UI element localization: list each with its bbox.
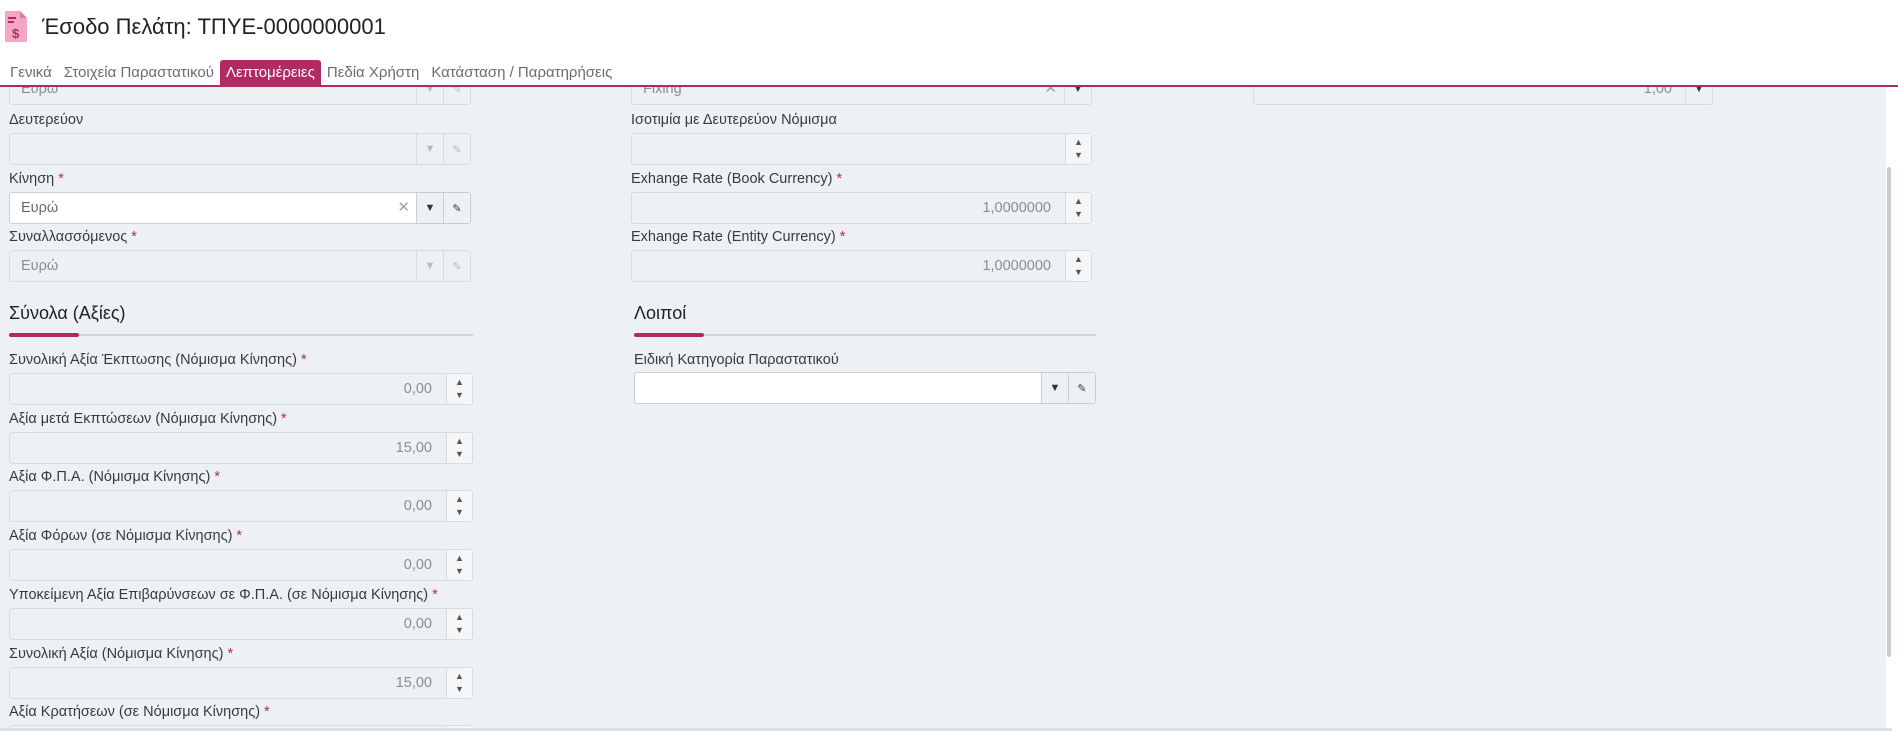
special-category-select[interactable]: ▼ ✎ [634,372,1096,404]
totals-field-stepper[interactable]: ▲▼ [446,550,472,580]
other-accent [634,333,704,337]
pencil-icon[interactable]: ✎ [1068,373,1095,403]
totals-field-input[interactable]: 0,00 ▲ ▼ [9,608,473,640]
scrollbar-track[interactable] [1886,87,1892,731]
totals-accent [9,333,79,337]
chevron-down-icon[interactable]: ▼ [1041,373,1068,403]
tab-details[interactable]: Λεπτομέρειες [219,60,321,86]
totals-field-stepper[interactable]: ▲▼ [446,491,472,521]
movement-currency-label: Κίνηση * [9,171,64,187]
page-title: Έσοδο Πελάτη: ΤΠΥΕ-0000000001 [42,14,386,39]
counterparty-currency-select[interactable]: Ευρώ ▼ ✎ [9,250,471,282]
totals-field-input[interactable]: 0,00 ▲ ▼ [9,549,473,581]
totals-field-stepper[interactable]: ▲▼ [446,433,472,463]
parity-input[interactable]: ▲ ▼ [631,133,1092,165]
movement-currency-select[interactable]: Ευρώ ✕ ▼ ✎ [9,192,471,224]
totals-field-label: Υποκείμενη Αξία Επιβαρύνσεων σε Φ.Π.Α. (… [9,587,438,603]
chevron-down-icon[interactable]: ▼ [1064,87,1091,104]
clear-icon[interactable]: ✕ [1044,87,1057,97]
parity-label: Ισοτιμία με Δευτερεύον Νόμισμα [631,112,837,128]
totals-field-input[interactable]: 0,00 ▲ ▼ [9,490,473,522]
pencil-icon[interactable]: ✎ [443,134,470,164]
svg-text:$: $ [12,26,20,41]
tab-user-fields[interactable]: Πεδία Χρήστη [321,60,425,86]
base-currency-select[interactable]: Ευρώ ▼ ✎ [9,87,471,105]
totals-field-input[interactable]: 0,00 ▲ ▼ [9,373,473,405]
pencil-icon[interactable]: ✎ [443,251,470,281]
chevron-down-icon[interactable]: ▼ [416,251,443,281]
secondary-currency-select[interactable]: ▼ ✎ [9,133,471,165]
totals-field-input[interactable]: 15,00 ▲ ▼ [9,667,473,699]
totals-field-label: Συνολική Αξία (Νόμισμα Κίνησης) * [9,646,234,662]
entity-rate-input[interactable]: 1,0000000 ▲ ▼ [631,250,1092,282]
entity-rate-stepper[interactable]: ▲ ▼ [1065,251,1091,281]
tab-general[interactable]: Γενικά [4,60,58,86]
tab-bar: Γενικά Στοιχεία Παραστατικού Λεπτομέρειε… [4,59,618,86]
entity-rate-label: Exhange Rate (Entity Currency) * [631,229,846,245]
invoice-dollar-icon: $ [5,11,27,42]
totals-field-label: Αξία Φόρων (σε Νόμισμα Κίνησης) * [9,528,243,544]
fixing-select[interactable]: Fixing ✕ ▼ [631,87,1092,105]
details-panel: Ευρώ ▼ ✎ Fixing ✕ ▼ 1,00 ▼ Δευτερεύον ▼ … [0,87,1892,731]
pencil-icon[interactable]: ✎ [443,87,470,104]
secondary-currency-label: Δευτερεύον [9,112,84,128]
totals-field-input[interactable]: 15,00 ▲ ▼ [9,432,473,464]
totals-field-label: Αξία μετά Εκπτώσεων (Νόμισμα Κίνησης) * [9,411,287,427]
totals-field-stepper[interactable]: ▲▼ [446,374,472,404]
chevron-down-icon[interactable]: ▼ [1685,87,1712,104]
pencil-icon[interactable]: ✎ [443,193,470,223]
header-bar: $ Έσοδο Πελάτη: ΤΠΥΕ-0000000001 [0,0,1898,58]
book-rate-label: Exhange Rate (Book Currency) * [631,171,843,187]
parity-stepper[interactable]: ▲ ▼ [1065,134,1091,164]
totals-field-stepper[interactable]: ▲▼ [446,668,472,698]
rate-field-top[interactable]: 1,00 ▼ [1253,87,1713,105]
counterparty-currency-label: Συναλλασσόμενος * [9,229,137,245]
totals-section-title: Σύνολα (Αξίες) [9,303,126,323]
chevron-down-icon[interactable]: ▼ [416,134,443,164]
chevron-down-icon[interactable]: ▼ [416,193,443,223]
totals-field-label: Συνολική Αξία Έκπτωσης (Νόμισμα Κίνησης)… [9,352,307,368]
totals-field-label: Αξία Φ.Π.Α. (Νόμισμα Κίνησης) * [9,469,220,485]
scrollbar-thumb[interactable] [1887,167,1891,657]
special-category-label: Ειδική Κατηγορία Παραστατικού [634,352,839,368]
totals-field-label: Αξία Κρατήσεων (σε Νόμισμα Κίνησης) * [9,704,270,720]
chevron-down-icon[interactable]: ▼ [416,87,443,104]
tab-status-notes[interactable]: Κατάσταση / Παρατηρήσεις [425,60,618,86]
clear-icon[interactable]: ✕ [397,198,410,216]
other-section-title: Λοιποί [634,303,687,323]
tab-document-details[interactable]: Στοιχεία Παραστατικού [58,60,220,86]
book-rate-stepper[interactable]: ▲ ▼ [1065,193,1091,223]
totals-field-stepper[interactable]: ▲▼ [446,609,472,639]
book-rate-input[interactable]: 1,0000000 ▲ ▼ [631,192,1092,224]
